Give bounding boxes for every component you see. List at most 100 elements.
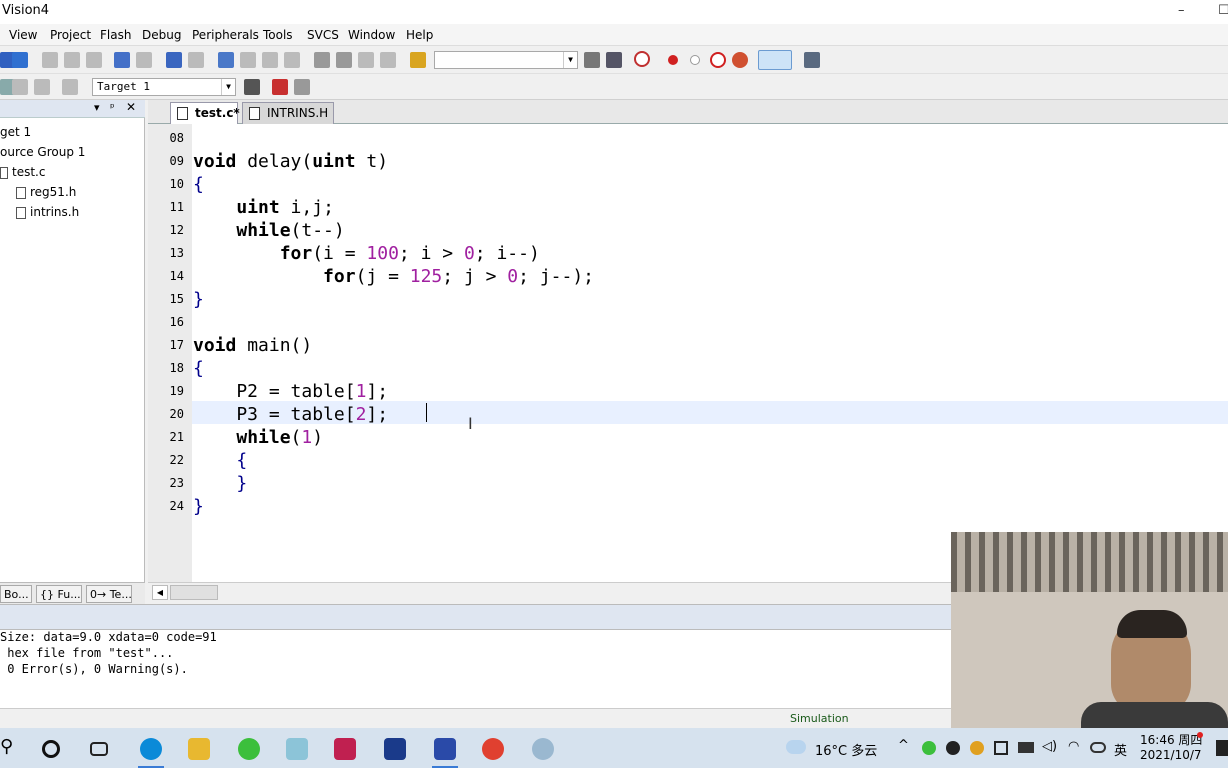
menu-view[interactable]: View bbox=[9, 24, 37, 46]
bookmark-next-icon[interactable] bbox=[262, 52, 278, 68]
debug-session-icon[interactable] bbox=[634, 51, 650, 67]
clock-date[interactable]: 2021/10/7 bbox=[1140, 748, 1202, 762]
tree-file-reg51[interactable]: reg51.h bbox=[16, 185, 76, 199]
select-packs-icon[interactable] bbox=[294, 79, 310, 95]
code-line[interactable]: } bbox=[193, 496, 204, 518]
tray-icon-qq[interactable] bbox=[946, 741, 960, 755]
code-line[interactable]: void delay(uint t) bbox=[193, 151, 388, 173]
tab-test-c[interactable]: test.c* bbox=[170, 102, 240, 124]
find-in-files-icon[interactable] bbox=[584, 52, 600, 68]
code-line[interactable]: { bbox=[193, 358, 204, 380]
menu-help[interactable]: Help bbox=[406, 24, 433, 46]
paste-icon[interactable] bbox=[86, 52, 102, 68]
indent-icon[interactable] bbox=[314, 52, 330, 68]
isis-icon[interactable] bbox=[384, 738, 406, 760]
scroll-thumb[interactable] bbox=[170, 585, 218, 600]
cut-icon[interactable] bbox=[42, 52, 58, 68]
nav-forward-icon[interactable] bbox=[188, 52, 204, 68]
open-file-icon[interactable] bbox=[410, 52, 426, 68]
bookmark-prev-icon[interactable] bbox=[240, 52, 256, 68]
menu-svcs[interactable]: SVCS bbox=[307, 24, 339, 46]
code-line[interactable]: while(t--) bbox=[193, 220, 344, 242]
code-line[interactable]: uint i,j; bbox=[193, 197, 334, 219]
weather-icon[interactable] bbox=[786, 740, 806, 754]
bookmark-clear-icon[interactable] bbox=[284, 52, 300, 68]
code-line[interactable]: { bbox=[193, 450, 247, 472]
code-line[interactable]: while(1) bbox=[193, 427, 323, 449]
menu-flash[interactable]: Flash bbox=[100, 24, 131, 46]
copy-icon[interactable] bbox=[64, 52, 80, 68]
menu-peripherals[interactable]: Peripherals bbox=[192, 24, 259, 46]
scroll-left-icon[interactable]: ◀ bbox=[152, 585, 168, 600]
code-line[interactable]: } bbox=[193, 289, 204, 311]
rebuild-icon[interactable] bbox=[34, 79, 50, 95]
find-combo[interactable]: ▼ bbox=[434, 51, 578, 69]
cloud-sync-icon[interactable] bbox=[1090, 742, 1106, 753]
minimize-button[interactable]: – bbox=[1178, 0, 1185, 22]
tab-intrins-h[interactable]: INTRINS.H bbox=[242, 102, 334, 124]
menu-project[interactable]: Project bbox=[50, 24, 91, 46]
clock-time[interactable]: 16:46 周四 bbox=[1140, 731, 1202, 748]
wifi-icon[interactable]: ◠ bbox=[1068, 739, 1079, 754]
unindent-icon[interactable] bbox=[336, 52, 352, 68]
search-icon[interactable]: ⚲ bbox=[0, 736, 13, 757]
code-line[interactable]: for(i = 100; i > 0; i--) bbox=[193, 243, 540, 265]
find-icon[interactable] bbox=[606, 52, 622, 68]
code-line[interactable]: P2 = table[1]; bbox=[193, 381, 388, 403]
chrome-icon[interactable] bbox=[482, 738, 504, 760]
code-line[interactable]: } bbox=[193, 473, 247, 495]
breakpoint-icon[interactable] bbox=[668, 55, 678, 65]
tab-functions[interactable]: {} Fu... bbox=[36, 585, 82, 603]
menu-debug[interactable]: Debug bbox=[142, 24, 181, 46]
menu-tools[interactable]: Tools bbox=[263, 24, 293, 46]
window-layout-icon[interactable] bbox=[758, 50, 792, 70]
app-icon-1[interactable] bbox=[286, 738, 308, 760]
tree-file-intrins[interactable]: intrins.h bbox=[16, 205, 79, 219]
tree-target[interactable]: get 1 bbox=[0, 125, 31, 139]
battery-icon[interactable] bbox=[1018, 742, 1034, 753]
tray-icon-app[interactable] bbox=[970, 741, 984, 755]
task-view-icon[interactable] bbox=[90, 742, 108, 756]
tab-books[interactable]: Bo... bbox=[0, 585, 32, 603]
target-options-icon[interactable] bbox=[244, 79, 260, 95]
code-line[interactable]: { bbox=[193, 174, 204, 196]
undo-icon[interactable] bbox=[114, 52, 130, 68]
editor-horizontal-scrollbar[interactable]: ◀ bbox=[148, 582, 951, 602]
keil-uvision-icon[interactable] bbox=[434, 738, 456, 760]
breakpoint-clear-icon[interactable] bbox=[710, 52, 726, 68]
wrench-icon[interactable] bbox=[804, 52, 820, 68]
weather-text[interactable]: 16°C 多云 bbox=[815, 740, 877, 759]
save-all-icon[interactable] bbox=[12, 52, 28, 68]
tray-icon-360[interactable] bbox=[922, 741, 936, 755]
maximize-button[interactable]: ☐ bbox=[1218, 0, 1228, 22]
chevron-down-icon[interactable]: ▼ bbox=[563, 52, 577, 68]
breakpoint-disable-icon[interactable] bbox=[690, 55, 700, 65]
tab-templates[interactable]: 0→ Te... bbox=[86, 585, 132, 603]
code-line[interactable]: void main() bbox=[193, 335, 312, 357]
tray-icon-screen[interactable] bbox=[994, 741, 1008, 755]
app-icon-2[interactable] bbox=[334, 738, 356, 760]
uncomment-icon[interactable] bbox=[380, 52, 396, 68]
manage-components-icon[interactable] bbox=[272, 79, 288, 95]
tree-source-group[interactable]: ource Group 1 bbox=[0, 145, 85, 159]
tree-file-test-c[interactable]: test.c bbox=[0, 165, 45, 179]
target-select[interactable]: Target 1 ▼ bbox=[92, 78, 236, 96]
chevron-down-icon[interactable]: ▼ bbox=[221, 79, 235, 95]
cortana-icon[interactable] bbox=[42, 740, 60, 758]
load-icon[interactable] bbox=[62, 79, 78, 95]
nav-back-icon[interactable] bbox=[166, 52, 182, 68]
ime-indicator[interactable]: 英 bbox=[1114, 740, 1127, 759]
notifications-icon[interactable] bbox=[1216, 740, 1228, 756]
browser-360-icon[interactable] bbox=[238, 738, 260, 760]
code-line[interactable]: for(j = 125; j > 0; j--); bbox=[193, 266, 594, 288]
file-explorer-icon[interactable] bbox=[188, 738, 210, 760]
volume-icon[interactable]: ◁) bbox=[1042, 739, 1057, 754]
paint-icon[interactable] bbox=[532, 738, 554, 760]
bookmark-icon[interactable] bbox=[218, 52, 234, 68]
close-icon[interactable]: ✕ bbox=[126, 100, 136, 114]
menu-window[interactable]: Window bbox=[348, 24, 395, 46]
pin-icon[interactable]: ᵖ bbox=[110, 101, 115, 114]
redo-icon[interactable] bbox=[136, 52, 152, 68]
build-icon[interactable] bbox=[12, 79, 28, 95]
chevron-up-icon[interactable]: ^ bbox=[898, 738, 909, 753]
